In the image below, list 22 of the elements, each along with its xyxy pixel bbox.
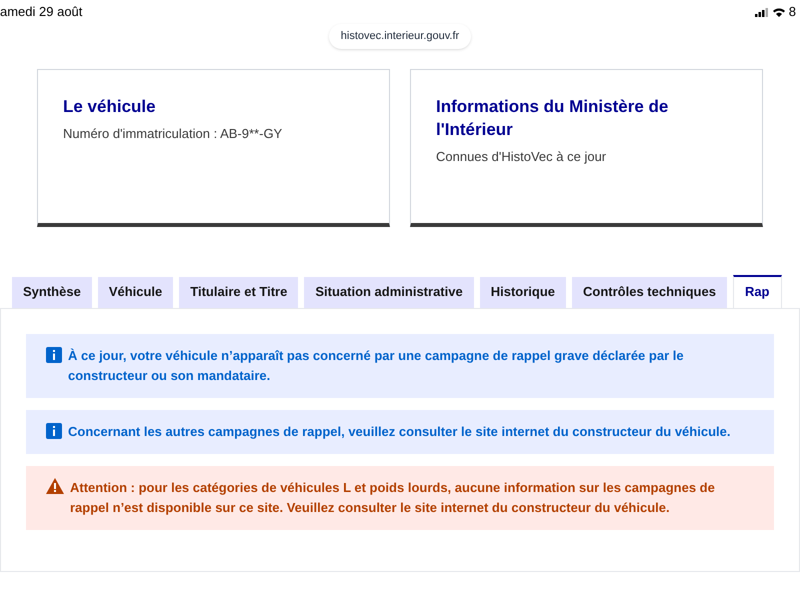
tab[interactable]: Véhicule [98,276,174,308]
alert-message: Concernant les autres campagnes de rappel, veuillez consulter le site internet du constructeur du véhicule. [68,422,730,441]
info-icon [46,346,62,362]
battery-percent: 8 [788,3,796,22]
card-subtitle: Connues d'HistoVec à ce jour [436,148,608,166]
card-title: Informations du Ministère de l'Intérieur [436,96,670,140]
wifi-icon [772,8,785,16]
alert-message: Attention : pour les catégories de véhicules L et poids lourds, aucune information sur les campagnes de rappel n’est disponible sur ce site. Veuillez consulter le site internet du constructeur du véhicule. [70,478,716,517]
address-bar[interactable]: histovec.interieur.gouv.fr [328,24,472,48]
alert-message: À ce jour, votre véhicule n’apparaît pas concerné par une campagne de rappel grave déclarée par le constructeur ou son mandataire. [68,346,685,384]
tab[interactable]: Titulaire et Titre [179,276,298,308]
warning-icon [46,478,64,494]
info-icon [46,422,62,438]
tab[interactable]: Rap [732,274,782,308]
card-subtitle: Numéro d'immatriculation : AB-9**-GY [63,124,284,142]
tab[interactable]: Synthèse [12,276,92,308]
tab[interactable]: Situation administrative [304,276,474,308]
signal-icon [754,8,769,16]
tab[interactable]: Contrôles techniques [572,276,727,308]
status-date: amedi 29 août [0,3,82,22]
card-title: Le véhicule [63,96,157,118]
tab[interactable]: Historique [480,276,566,308]
